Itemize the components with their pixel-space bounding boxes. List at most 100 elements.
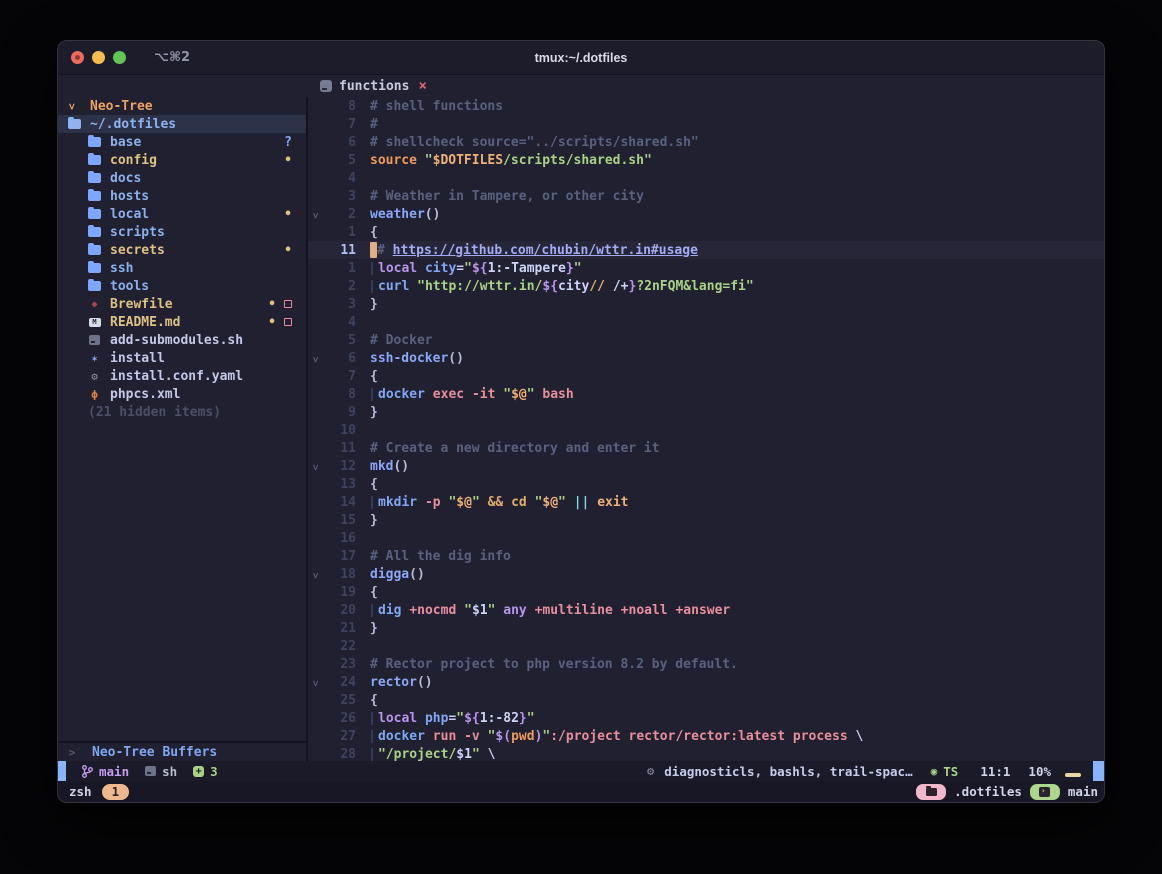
tree-item-local[interactable]: local• [58,205,306,223]
tree-item-install[interactable]: ✶install [58,349,306,367]
tmux-window-index-badge[interactable]: 1 [102,784,130,800]
code-line[interactable]: 8# shell functions [308,97,1104,115]
code-line[interactable]: >6ssh-docker() [308,349,1104,367]
fold-chevron-icon[interactable]: > [310,680,321,686]
code-line[interactable]: 28 "/project/$1" \ [308,745,1104,761]
line-number: 18 [322,567,356,582]
tab-label: functions [339,79,409,94]
code-line[interactable]: 1 local city="${1:-Tampere}" [308,259,1104,277]
code-text: docker exec -it "$@" bash [370,387,574,402]
code-text: { [370,369,378,384]
tree-item-hosts[interactable]: hosts [58,187,306,205]
code-line[interactable]: 7# [308,115,1104,133]
tree-item-ssh[interactable]: ssh [58,259,306,277]
code-line[interactable]: 25{ [308,691,1104,709]
code-text: } [370,621,378,636]
terminal-icon [1039,787,1050,797]
code-line[interactable]: 21} [308,619,1104,637]
line-number: 22 [322,639,356,654]
code-line[interactable]: 2 curl "http://wttr.in/${city// /+}?2nFQ… [308,277,1104,295]
code-text: # shellcheck source="../scripts/shared.s… [370,135,699,150]
tree-root-item[interactable]: ~/.dotfiles [58,115,306,133]
close-window-button[interactable] [71,51,84,64]
shell-script-icon [88,335,101,345]
zoom-window-button[interactable] [113,51,126,64]
fold-chevron-icon[interactable]: > [310,464,321,470]
code-line[interactable]: 14 mkdir -p "$@" && cd "$@" || exit [308,493,1104,511]
tree-item-brewfile[interactable]: ◆Brewfile• [58,295,306,313]
fold-chevron-icon[interactable]: > [310,212,321,218]
code-line[interactable]: 11 # https://github.com/chubin/wttr.in#u… [308,241,1104,259]
code-line[interactable]: 7{ [308,367,1104,385]
code-line[interactable]: 26 local php="${1:-82}" [308,709,1104,727]
tree-item-docs[interactable]: docs [58,169,306,187]
code-line[interactable]: 5source "$DOTFILES/scripts/shared.sh" [308,151,1104,169]
folder-icon [88,191,101,201]
code-line[interactable]: 9} [308,403,1104,421]
tree-item-config[interactable]: config• [58,151,306,169]
code-line[interactable]: >12mkd() [308,457,1104,475]
code-line[interactable]: 6# shellcheck source="../scripts/shared.… [308,133,1104,151]
code-line[interactable]: 20 dig +nocmd "$1" any +multiline +noall… [308,601,1104,619]
line-number: 26 [322,711,356,726]
git-status-badges: • [284,243,292,258]
code-line[interactable]: 19{ [308,583,1104,601]
indent-guide [370,279,378,294]
git-branch-segment[interactable]: main [82,764,129,779]
fold-chevron-icon[interactable]: > [310,572,321,578]
code-line[interactable]: 23# Rector project to php version 8.2 by… [308,655,1104,673]
tree-item-label: hosts [110,189,149,204]
tree-item-base[interactable]: base? [58,133,306,151]
tree-item-secrets[interactable]: secrets• [58,241,306,259]
code-line[interactable]: >24rector() [308,673,1104,691]
code-line[interactable]: 13{ [308,475,1104,493]
tmux-statusbar: zsh 1 .dotfiles main [58,781,1104,802]
code-line[interactable]: 1{ [308,223,1104,241]
tab-functions[interactable]: functions × [320,78,427,94]
tree-item-scripts[interactable]: scripts [58,223,306,241]
code-line[interactable]: >18digga() [308,565,1104,583]
code-line[interactable]: 22 [308,637,1104,655]
fold-chevron-icon[interactable]: > [310,356,321,362]
code-line[interactable]: 27 docker run -v "$(pwd)":/project recto… [308,727,1104,745]
tree-item-label: docs [110,171,141,186]
code-line[interactable]: 5# Docker [308,331,1104,349]
code-text: } [370,297,378,312]
code-line[interactable]: 3} [308,295,1104,313]
code-line[interactable]: 15} [308,511,1104,529]
code-line[interactable]: 3# Weather in Tampere, or other city [308,187,1104,205]
line-number: 3 [322,297,356,312]
code-line[interactable]: 17# All the dig info [308,547,1104,565]
tree-item-install-conf-yaml[interactable]: ⚙install.conf.yaml [58,367,306,385]
scrollbar-thumb[interactable] [1093,761,1104,781]
tree-item-add-submodules-sh[interactable]: add-submodules.sh [58,331,306,349]
code-line[interactable]: 16 [308,529,1104,547]
tab-close-icon[interactable]: × [418,78,426,94]
neotree-title-row: > Neo-Tree [58,97,306,115]
code-line[interactable]: 4 [308,313,1104,331]
chevron-down-icon: > [66,100,79,112]
line-number: 21 [322,621,356,636]
tree-item-phpcs-xml[interactable]: ϕphpcs.xml [58,385,306,403]
tree-item-label: README.md [110,315,180,330]
line-number: 6 [322,351,356,366]
fold-column: > [308,207,322,222]
minimize-window-button[interactable] [92,51,105,64]
code-line[interactable]: 8 docker exec -it "$@" bash [308,385,1104,403]
tree-item-readme-md[interactable]: MREADME.md• [58,313,306,331]
code-line[interactable]: 10 [308,421,1104,439]
mode-indicator-block [58,761,66,781]
code-line[interactable]: >2weather() [308,205,1104,223]
editor-buffer[interactable]: 8# shell functions7#6# shellcheck source… [308,97,1104,761]
progress-indicator [1065,773,1081,777]
line-number: 7 [322,117,356,132]
buffer-type-icon [320,80,332,92]
tree-item-tools[interactable]: tools [58,277,306,295]
neotree-buffers-header[interactable]: > Neo-Tree Buffers [58,743,306,761]
code-line[interactable]: 4 [308,169,1104,187]
code-line[interactable]: 11# Create a new directory and enter it [308,439,1104,457]
tmux-window-name[interactable]: zsh [69,784,92,799]
line-number: 5 [322,333,356,348]
line-number: 1 [322,225,356,240]
tree-item-label: phpcs.xml [110,387,180,402]
